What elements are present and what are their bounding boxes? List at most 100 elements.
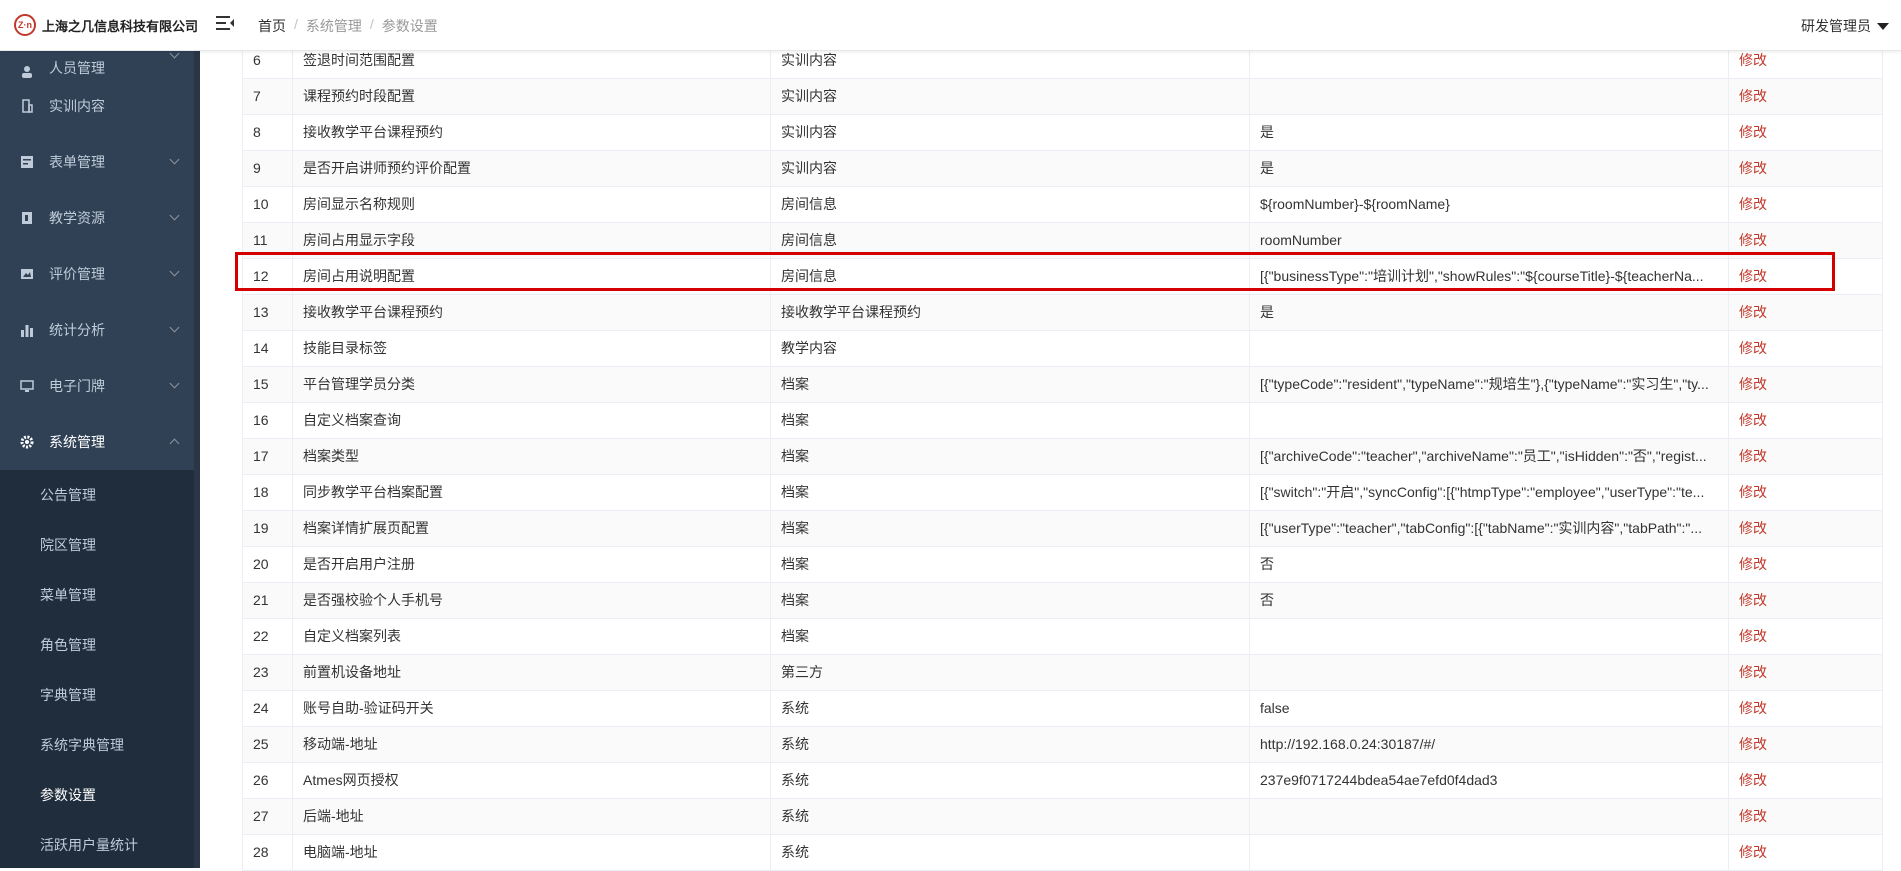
param-category: 档案: [770, 546, 1250, 583]
edit-link[interactable]: 修改: [1728, 582, 1883, 619]
page-scrollbar[interactable]: [1889, 50, 1901, 868]
edit-link[interactable]: 修改: [1728, 222, 1883, 259]
hamburger-menu-icon[interactable]: [216, 14, 234, 32]
edit-link[interactable]: 修改: [1728, 330, 1883, 367]
param-name: 电脑端-地址: [292, 834, 771, 871]
edit-link[interactable]: 修改: [1728, 366, 1883, 403]
sidebar-item-system[interactable]: 系统管理: [0, 414, 200, 470]
table-row: 14 技能目录标签 教学内容 修改: [242, 330, 1883, 367]
breadcrumb: 首页 / 系统管理 / 参数设置: [258, 16, 438, 36]
submenu-menu[interactable]: 菜单管理: [0, 570, 200, 620]
param-name: Atmes网页授权: [292, 762, 771, 799]
submenu-campus[interactable]: 院区管理: [0, 520, 200, 570]
sidebar-item-label: 系统管理: [49, 434, 105, 450]
param-value: false: [1249, 690, 1729, 727]
sidebar-item-statistics[interactable]: 统计分析: [0, 302, 200, 358]
param-value: roomNumber: [1249, 222, 1729, 259]
user-menu[interactable]: 研发管理员: [1801, 16, 1889, 36]
param-name: 是否开启讲师预约评价配置: [292, 150, 771, 187]
submenu-role[interactable]: 角色管理: [0, 620, 200, 670]
logo[interactable]: Z·n 上海之几信息科技有限公司: [14, 12, 198, 38]
table-row: 19 档案详情扩展页配置 档案 [{"userType":"teacher","tab…: [242, 510, 1883, 547]
table-row: 22 自定义档案列表 档案 修改: [242, 618, 1883, 655]
row-number: 21: [242, 582, 293, 619]
sidebar-item-label: 人员管理: [49, 60, 105, 76]
submenu-active-users[interactable]: 活跃用户量统计: [0, 820, 200, 868]
param-value: [1249, 798, 1729, 835]
param-name: 同步教学平台档案配置: [292, 474, 771, 511]
sidebar-item-resources[interactable]: 教学资源: [0, 190, 200, 246]
sidebar-item-evaluation[interactable]: 评价管理: [0, 246, 200, 302]
row-number: 11: [242, 222, 293, 259]
edit-link[interactable]: 修改: [1728, 618, 1883, 655]
edit-link[interactable]: 修改: [1728, 150, 1883, 187]
monitor-icon: [20, 379, 34, 393]
edit-link[interactable]: 修改: [1728, 690, 1883, 727]
row-number: 14: [242, 330, 293, 367]
caret-down-icon: [1877, 22, 1889, 30]
param-name: 自定义档案列表: [292, 618, 771, 655]
param-category: 档案: [770, 402, 1250, 439]
sidebar-item-forms[interactable]: 表单管理: [0, 134, 200, 190]
row-number: 22: [242, 618, 293, 655]
table-row: 17 档案类型 档案 [{"archiveCode":"teacher","archi…: [242, 438, 1883, 475]
param-name: 是否强校验个人手机号: [292, 582, 771, 619]
submenu-dictionary[interactable]: 字典管理: [0, 670, 200, 720]
sidebar-scrollbar[interactable]: [194, 50, 200, 868]
edit-link[interactable]: 修改: [1728, 186, 1883, 223]
param-value: http://192.168.0.24:30187/#/: [1249, 726, 1729, 763]
table-row: 18 同步教学平台档案配置 档案 [{"switch":"开启","syncConfi…: [242, 474, 1883, 511]
edit-link[interactable]: 修改: [1728, 474, 1883, 511]
edit-link[interactable]: 修改: [1728, 726, 1883, 763]
edit-link[interactable]: 修改: [1728, 402, 1883, 439]
table-row: 26 Atmes网页授权 系统 237e9f0717244bdea54ae7efd0f…: [242, 762, 1883, 799]
edit-link[interactable]: 修改: [1728, 114, 1883, 151]
param-value: [{"typeCode":"resident","typeName":"规培生"…: [1249, 366, 1729, 403]
param-name: 接收教学平台课程预约: [292, 294, 771, 331]
company-name: 上海之几信息科技有限公司: [42, 18, 199, 34]
parameter-table: 6 签退时间范围配置 实训内容 修改 7 课程预约时段配置 实训内容 修改 8 接收教学平台课程预…: [242, 42, 1883, 871]
sidebar-item-partial[interactable]: 人员管理: [0, 50, 200, 78]
edit-link[interactable]: 修改: [1728, 510, 1883, 547]
param-category: 系统: [770, 690, 1250, 727]
edit-link[interactable]: 修改: [1728, 654, 1883, 691]
table-row: 7 课程预约时段配置 实训内容 修改: [242, 78, 1883, 115]
param-value: [1249, 78, 1729, 115]
table-row: 10 房间显示名称规则 房间信息 ${roomNumber}-${roomName} 修…: [242, 186, 1883, 223]
row-number: 7: [242, 78, 293, 115]
form-icon: [20, 155, 34, 169]
row-number: 15: [242, 366, 293, 403]
edit-link[interactable]: 修改: [1728, 438, 1883, 475]
param-value: [1249, 654, 1729, 691]
sidebar-item-label: 评价管理: [49, 266, 105, 282]
parameter-table-wrapper: 6 签退时间范围配置 实训内容 修改 7 课程预约时段配置 实训内容 修改 8 接收教学平台课程预…: [242, 42, 1883, 871]
submenu-announcement[interactable]: 公告管理: [0, 470, 200, 520]
row-number: 12: [242, 258, 293, 295]
submenu-parameter-settings[interactable]: 参数设置: [0, 770, 200, 820]
param-category: 第三方: [770, 654, 1250, 691]
submenu-system-dictionary[interactable]: 系统字典管理: [0, 720, 200, 770]
user-name: 研发管理员: [1801, 18, 1871, 34]
sidebar-item-training[interactable]: 实训内容: [0, 78, 200, 134]
edit-link[interactable]: 修改: [1728, 258, 1883, 295]
param-category: 系统: [770, 726, 1250, 763]
edit-link[interactable]: 修改: [1728, 798, 1883, 835]
sidebar-item-doorplate[interactable]: 电子门牌: [0, 358, 200, 414]
table-row: 15 平台管理学员分类 档案 [{"typeCode":"resident","typ…: [242, 366, 1883, 403]
edit-link[interactable]: 修改: [1728, 294, 1883, 331]
param-value: [1249, 618, 1729, 655]
edit-link[interactable]: 修改: [1728, 78, 1883, 115]
sidebar-item-label: 电子门牌: [49, 378, 105, 394]
param-value: [{"archiveCode":"teacher","archiveName":…: [1249, 438, 1729, 475]
param-name: 房间占用说明配置: [292, 258, 771, 295]
sidebar-item-label: 实训内容: [49, 98, 105, 114]
table-row: 9 是否开启讲师预约评价配置 实训内容是修改: [242, 150, 1883, 187]
param-category: 房间信息: [770, 258, 1250, 295]
edit-link[interactable]: 修改: [1728, 762, 1883, 799]
param-category: 房间信息: [770, 222, 1250, 259]
param-value: [{"businessType":"培训计划","showRules":"${c…: [1249, 258, 1729, 295]
breadcrumb-home[interactable]: 首页: [258, 16, 286, 36]
breadcrumb-system[interactable]: 系统管理: [306, 16, 362, 36]
edit-link[interactable]: 修改: [1728, 546, 1883, 583]
edit-link[interactable]: 修改: [1728, 834, 1883, 871]
